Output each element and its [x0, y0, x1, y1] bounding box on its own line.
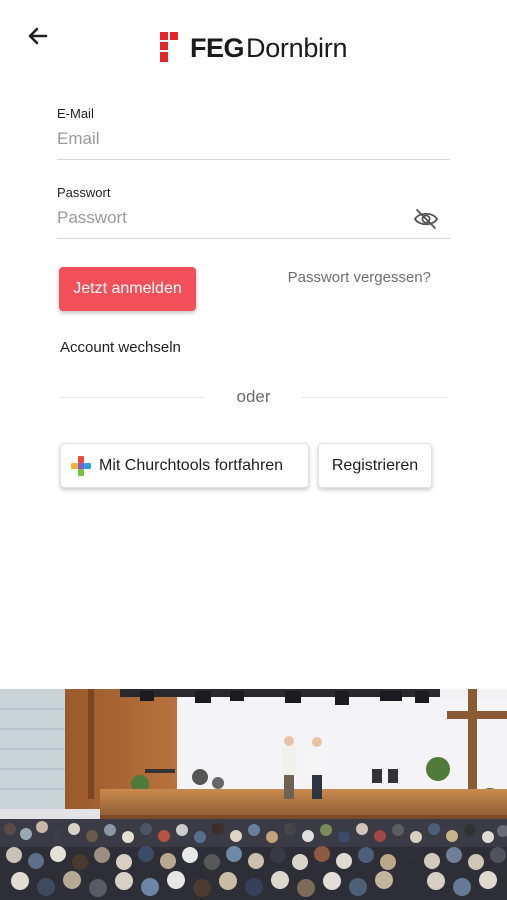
- or-divider: oder: [59, 386, 448, 410]
- register-button[interactable]: Registrieren: [318, 443, 432, 488]
- logo-mark: [160, 32, 186, 62]
- arrow-left-icon: [28, 27, 48, 45]
- email-field-group: E-Mail: [57, 106, 450, 160]
- churchtools-logo-icon: [71, 455, 91, 476]
- password-label: Passwort: [57, 185, 111, 200]
- password-visibility-toggle[interactable]: [412, 207, 440, 231]
- logo-text: Dornbirn: [246, 33, 348, 63]
- app-logo: FEG Dornbirn: [160, 18, 347, 62]
- forgot-password-link[interactable]: Passwort vergessen?: [288, 269, 431, 286]
- hero-image: [0, 689, 507, 900]
- back-button[interactable]: [22, 20, 54, 52]
- email-label: E-Mail: [57, 106, 94, 121]
- churchtools-button-label: Mit Churchtools fortfahren: [99, 456, 284, 474]
- churchtools-login-button[interactable]: Mit Churchtools fortfahren: [60, 443, 309, 488]
- logo-text-bold: FEG: [190, 33, 245, 63]
- login-button[interactable]: Jetzt anmelden: [59, 267, 196, 311]
- email-input[interactable]: [57, 121, 450, 160]
- password-input[interactable]: [57, 200, 450, 239]
- church-service-photo: [0, 689, 507, 900]
- eye-off-icon: [413, 209, 439, 229]
- password-field-group: Passwort: [57, 185, 450, 239]
- divider-label: oder: [236, 387, 271, 406]
- switch-account-link[interactable]: Account wechseln: [60, 339, 181, 356]
